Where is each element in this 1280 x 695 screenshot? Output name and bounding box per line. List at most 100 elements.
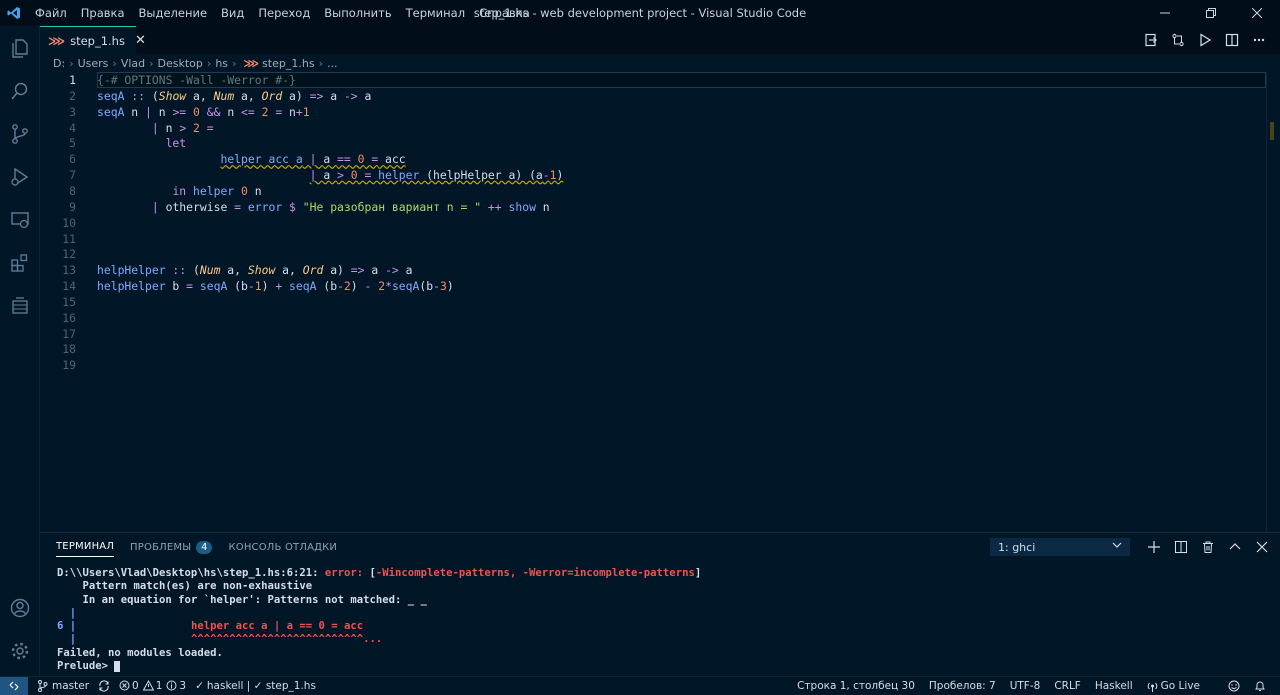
compare-changes-icon[interactable] <box>1164 33 1191 47</box>
maximize-panel-icon[interactable] <box>1221 541 1248 553</box>
problems-status[interactable]: 0 1 3 <box>119 680 186 692</box>
run-debug-icon[interactable] <box>0 155 40 198</box>
code-token: = <box>364 152 379 167</box>
split-editor-icon[interactable] <box>1218 33 1245 47</box>
split-terminal-icon[interactable] <box>1167 541 1194 553</box>
check-icon: ✓ <box>195 679 204 692</box>
source-control-icon[interactable] <box>0 112 40 155</box>
settings-gear-icon[interactable] <box>0 629 40 672</box>
tab-step-1-hs[interactable]: ⋙ step_1.hs ✕ <box>40 26 146 54</box>
more-actions-icon[interactable] <box>1245 33 1272 47</box>
line-number: 7 <box>69 168 76 183</box>
code-token: b <box>165 279 187 294</box>
code-token: - <box>247 279 255 294</box>
menu-selection[interactable]: Выделение <box>132 6 215 20</box>
cursor-position[interactable]: Строка 1, столбец 30 <box>797 680 915 692</box>
branch-status[interactable]: master <box>37 679 89 692</box>
tab-debug-console[interactable]: КОНСОЛЬ ОТЛАДКИ <box>228 542 337 553</box>
code-token: a <box>364 263 386 278</box>
new-terminal-icon[interactable] <box>1140 541 1167 553</box>
code-token: ) <box>350 279 365 294</box>
menu-file[interactable]: Файл <box>28 6 74 20</box>
code-token: => <box>309 88 324 103</box>
breadcrumb-item[interactable]: hs <box>215 57 228 70</box>
editor-tabs: ⋙ step_1.hs ✕ <box>40 26 1280 54</box>
code-token: >= <box>172 104 187 119</box>
menu-terminal[interactable]: Терминал <box>399 6 472 20</box>
open-preview-icon[interactable] <box>1137 33 1164 47</box>
code-token: (b <box>316 279 338 294</box>
terminal-text: ] <box>694 567 702 579</box>
explorer-icon[interactable] <box>0 26 40 69</box>
go-live-label: Go Live <box>1160 680 1200 692</box>
terminal-output[interactable]: D:\\Users\Vlad\Desktop\hs\step_1.hs:6:21… <box>57 567 701 673</box>
menu-view[interactable]: Вид <box>214 6 251 20</box>
close-tab-icon[interactable]: ✕ <box>135 33 146 48</box>
vscode-logo-icon <box>0 6 28 20</box>
terminal-text: In an equation for `helper': Patterns no… <box>57 593 427 606</box>
line-number: 17 <box>62 326 76 341</box>
close-panel-icon[interactable] <box>1248 541 1275 553</box>
code-token: Ord <box>261 88 283 103</box>
sync-icon[interactable] <box>98 679 110 692</box>
warning-count: 1 <box>155 679 163 692</box>
restore-button[interactable] <box>1188 0 1234 26</box>
minimize-button[interactable] <box>1142 0 1188 26</box>
breadcrumb-item[interactable]: Vlad <box>121 57 145 70</box>
breadcrumb-item[interactable]: step_1.hs <box>262 57 315 70</box>
go-live-button[interactable]: Go Live <box>1147 680 1214 692</box>
menu-go[interactable]: Переход <box>251 6 317 20</box>
menu-help[interactable]: Справка <box>472 6 537 20</box>
indentation[interactable]: Пробелов: 7 <box>929 680 996 692</box>
breadcrumb-item[interactable]: Users <box>78 57 109 70</box>
terminal-error-label: error: <box>324 567 364 579</box>
docker-icon[interactable] <box>0 284 40 327</box>
tab-problems[interactable]: ПРОБЛЕМЫ 4 <box>130 540 213 554</box>
extensions-icon[interactable] <box>0 241 40 284</box>
code-token: a <box>323 152 338 167</box>
code-token: | <box>302 152 324 167</box>
bottom-panel: ТЕРМИНАЛ ПРОБЛЕМЫ 4 КОНСОЛЬ ОТЛАДКИ 1: gh… <box>40 532 1280 676</box>
terminal-select[interactable]: 1: ghci <box>990 538 1130 556</box>
code-line: helpHelper b = seqA (b-1) + seqA (b-2) -… <box>97 278 454 294</box>
code-editor[interactable]: 1 2 3 4 5 6 7 8 9 10 11 12 13 14 15 16 17 18 19 {-# OPTION… <box>40 72 1280 532</box>
line-number: 15 <box>62 294 76 309</box>
code-token: = <box>234 199 242 214</box>
code-token: n <box>220 104 242 119</box>
code-token: ) <box>446 279 454 294</box>
code-token: ) <box>556 168 564 183</box>
code-token: (helpHelper a) (a <box>419 168 543 183</box>
feedback-icon[interactable] <box>1228 680 1240 692</box>
trash-icon[interactable] <box>1194 541 1221 553</box>
code-token: a <box>323 88 344 103</box>
language-mode[interactable]: Haskell <box>1095 680 1133 692</box>
code-token: = <box>357 168 372 183</box>
end-of-line[interactable]: CRLF <box>1054 680 1081 692</box>
menu-edit[interactable]: Правка <box>74 6 132 20</box>
breadcrumb-item[interactable]: D: <box>53 57 65 70</box>
info-count: 3 <box>179 679 187 692</box>
code-token: seqA <box>97 104 125 119</box>
code-token: in <box>172 183 187 198</box>
info-icon <box>166 680 177 691</box>
notifications-icon[interactable] <box>1254 680 1266 692</box>
terminal-error-flags: -Wincomplete-patterns, -Werror=incomplet… <box>375 567 695 579</box>
remote-icon[interactable] <box>0 676 28 695</box>
code-token: n <box>124 104 146 119</box>
haskell-status[interactable]: ✓ haskell | ✓ step_1.hs <box>195 680 316 692</box>
git-branch-icon <box>38 679 48 692</box>
close-window-button[interactable] <box>1234 0 1280 26</box>
code-token: helpHelper <box>97 279 166 294</box>
accounts-icon[interactable] <box>0 586 40 629</box>
tab-terminal[interactable]: ТЕРМИНАЛ <box>56 541 115 557</box>
menu-run[interactable]: Выполнить <box>317 6 398 20</box>
editor-scrollbar[interactable] <box>1266 72 1280 532</box>
breadcrumb-item[interactable]: Desktop <box>158 57 203 70</box>
search-icon[interactable] <box>0 69 40 112</box>
encoding[interactable]: UTF-8 <box>1010 680 1041 692</box>
breadcrumb-item[interactable]: ... <box>327 57 338 70</box>
run-file-icon[interactable] <box>1191 33 1218 47</box>
remote-explorer-icon[interactable] <box>0 198 40 241</box>
title-bar: Файл Правка Выделение Вид Переход Выполн… <box>0 0 1280 26</box>
